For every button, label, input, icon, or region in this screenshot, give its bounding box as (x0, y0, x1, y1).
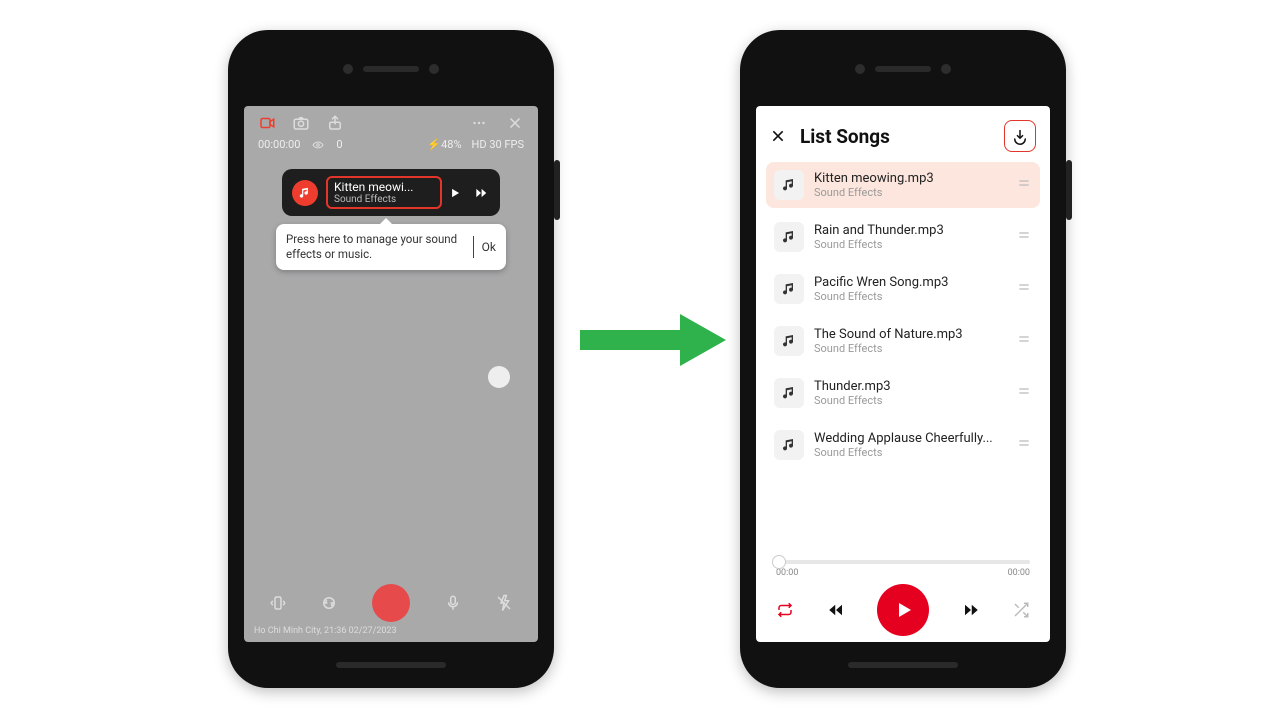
song-row[interactable]: Wedding Applause Cheerfully...Sound Effe… (766, 422, 1040, 468)
player: 00:00 00:00 (756, 560, 1050, 636)
tooltip: Press here to manage your sound effects … (276, 224, 506, 270)
watermark-text: Ho Chi Minh City, 21:36 02/27/2023 (244, 622, 538, 636)
song-subtitle: Sound Effects (814, 394, 1016, 407)
seek-thumb[interactable] (772, 555, 786, 569)
song-row[interactable]: Pacific Wren Song.mp3Sound Effects (766, 266, 1040, 312)
song-row[interactable]: Kitten meowing.mp3Sound Effects (766, 162, 1040, 208)
switch-camera-icon[interactable] (320, 594, 338, 612)
page-title: List Songs (800, 125, 890, 148)
phone-earpiece (343, 64, 439, 74)
camera-icon[interactable] (292, 114, 310, 132)
seek-bar[interactable] (776, 560, 1030, 564)
list-songs-header: List Songs (756, 106, 1050, 162)
music-note-icon (774, 326, 804, 356)
camera-topbar (244, 106, 538, 132)
rewind-icon[interactable] (824, 601, 848, 619)
song-title: Kitten meowing.mp3 (814, 171, 1016, 186)
play-button[interactable] (877, 584, 929, 636)
close-icon[interactable] (770, 128, 786, 144)
tooltip-divider (473, 236, 474, 258)
music-note-icon (774, 170, 804, 200)
song-row[interactable]: Rain and Thunder.mp3Sound Effects (766, 214, 1040, 260)
battery-status: ⚡48% (427, 138, 461, 151)
drag-handle-icon[interactable] (1016, 435, 1032, 455)
phone-home-bar (336, 662, 446, 668)
time-elapsed: 00:00 (776, 568, 798, 578)
now-playing-title: Kitten meowi... (334, 180, 434, 194)
drag-handle-icon[interactable] (1016, 383, 1032, 403)
download-button[interactable] (1004, 120, 1036, 152)
music-note-icon (774, 378, 804, 408)
camera-screen: 00:00:00 0 ⚡48% HD 30 FPS Kitten meowi..… (244, 106, 538, 642)
music-note-icon (774, 274, 804, 304)
now-playing-subtitle: Sound Effects (334, 194, 434, 205)
view-count: 0 (336, 138, 342, 151)
phone-frame-left: 00:00:00 0 ⚡48% HD 30 FPS Kitten meowi..… (228, 30, 554, 688)
close-icon[interactable] (506, 114, 524, 132)
drag-handle-icon[interactable] (1016, 331, 1032, 351)
eye-icon (312, 139, 324, 151)
shuffle-icon[interactable] (1012, 601, 1030, 619)
timecode: 00:00:00 (258, 138, 300, 151)
fast-forward-icon[interactable] (959, 601, 983, 619)
song-list: Kitten meowing.mp3Sound EffectsRain and … (756, 162, 1050, 468)
time-total: 00:00 (1008, 568, 1030, 578)
transition-arrow (580, 310, 726, 370)
drag-handle-icon[interactable] (1016, 227, 1032, 247)
phone-frame-right: List Songs Kitten meowing.mp3Sound Effec… (740, 30, 1066, 688)
song-subtitle: Sound Effects (814, 238, 1016, 251)
song-subtitle: Sound Effects (814, 342, 1016, 355)
song-subtitle: Sound Effects (814, 446, 1016, 459)
music-note-icon (774, 222, 804, 252)
camera-bottombar: Ho Chi Minh City, 21:36 02/27/2023 (244, 584, 538, 642)
orientation-icon[interactable] (269, 594, 287, 612)
now-playing-chip[interactable]: Kitten meowi... Sound Effects (282, 169, 500, 216)
tooltip-ok-button[interactable]: Ok (482, 240, 496, 254)
phone-home-bar (848, 662, 958, 668)
video-format: HD 30 FPS (472, 138, 524, 151)
tooltip-text: Press here to manage your sound effects … (286, 232, 465, 262)
list-songs-screen: List Songs Kitten meowing.mp3Sound Effec… (756, 106, 1050, 642)
more-icon[interactable] (470, 114, 488, 132)
song-subtitle: Sound Effects (814, 290, 1016, 303)
song-title: Pacific Wren Song.mp3 (814, 275, 1016, 290)
phone-earpiece (855, 64, 951, 74)
music-disc-icon (292, 180, 318, 206)
record-button[interactable] (372, 584, 410, 622)
focus-indicator (488, 366, 510, 388)
repeat-icon[interactable] (776, 601, 794, 619)
record-mode-icon[interactable] (258, 114, 276, 132)
microphone-icon[interactable] (444, 594, 462, 612)
song-row[interactable]: The Sound of Nature.mp3Sound Effects (766, 318, 1040, 364)
now-playing-text[interactable]: Kitten meowi... Sound Effects (326, 176, 442, 209)
song-row[interactable]: Thunder.mp3Sound Effects (766, 370, 1040, 416)
flash-off-icon[interactable] (495, 594, 513, 612)
camera-status: 00:00:00 0 ⚡48% HD 30 FPS (244, 132, 538, 151)
music-note-icon (774, 430, 804, 460)
song-subtitle: Sound Effects (814, 186, 1016, 199)
drag-handle-icon[interactable] (1016, 279, 1032, 299)
drag-handle-icon[interactable] (1016, 175, 1032, 195)
song-title: Thunder.mp3 (814, 379, 1016, 394)
fast-forward-icon[interactable] (472, 186, 490, 200)
play-icon[interactable] (448, 186, 462, 200)
song-title: The Sound of Nature.mp3 (814, 327, 1016, 342)
song-title: Rain and Thunder.mp3 (814, 223, 1016, 238)
share-icon[interactable] (326, 114, 344, 132)
song-title: Wedding Applause Cheerfully... (814, 431, 1016, 446)
